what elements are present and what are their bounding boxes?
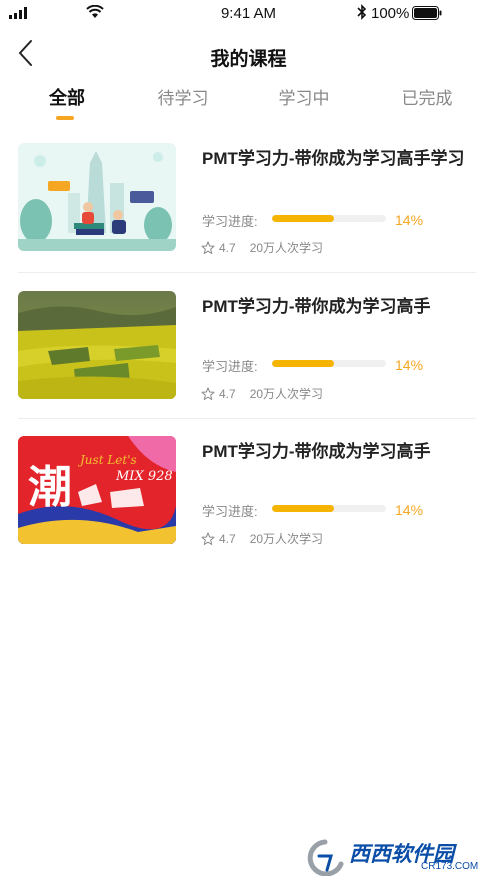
progress-bar-fill (272, 360, 334, 367)
learner-count: 20万人次学习 (249, 532, 324, 546)
app-screen: 9:41 AM 100% 我的课程 全部 待学习 学习中 已完成 PMT学习力-… (0, 0, 497, 883)
rapeseed-field-image (18, 291, 176, 399)
rating-value: 4.7 (219, 386, 236, 401)
progress-label: 学习进度: (202, 214, 258, 229)
course-meta: 4.7 20万人次学习 (201, 530, 323, 547)
progress-bar (272, 360, 386, 367)
progress-label: 学习进度: (202, 504, 258, 519)
page-title: 我的课程 (210, 49, 287, 70)
divider (18, 272, 476, 273)
learner-count: 20万人次学习 (249, 387, 324, 401)
progress-percent: 14% (395, 502, 424, 518)
course-thumbnail: 潮 Just Let's MIX 928 (18, 436, 176, 544)
progress-label: 学习进度: (202, 359, 258, 374)
progress-bar (272, 505, 386, 512)
progress-percent: 14% (395, 357, 424, 373)
rating-value: 4.7 (219, 531, 236, 546)
learner-count: 20万人次学习 (249, 241, 324, 255)
course-item[interactable]: 潮 Just Let's MIX 928 PMT学习力-带你成为学习高手 学习进… (18, 436, 476, 564)
progress-percent: 14% (395, 212, 424, 228)
watermark: 西西软件园 CR173.COM (297, 836, 479, 876)
course-title: PMT学习力-带你成为学习高手学习 (202, 149, 465, 168)
tab-all[interactable]: 全部 (44, 84, 90, 110)
rating-value: 4.7 (219, 240, 236, 255)
watermark-site: CR173.COM (421, 861, 479, 872)
course-item[interactable]: PMT学习力-带你成为学习高手 学习进度: 14% 4.7 20万人次学习 (18, 291, 476, 419)
course-title: PMT学习力-带你成为学习高手 (202, 442, 431, 461)
course-meta: 4.7 20万人次学习 (201, 385, 323, 402)
star-icon (201, 241, 215, 254)
progress-bar-fill (272, 505, 334, 512)
star-icon (201, 387, 215, 400)
watermark-logo-icon (307, 839, 344, 876)
progress-bar-fill (272, 215, 334, 222)
battery-percent: 100% (371, 5, 410, 22)
nav-bar: 我的课程 (0, 30, 497, 78)
course-thumbnail (18, 291, 176, 399)
tab-bar: 全部 待学习 学习中 已完成 (0, 84, 497, 128)
course-title: PMT学习力-带你成为学习高手 (202, 297, 431, 316)
star-icon (201, 532, 215, 545)
poster-mix-text: MIX 928 (115, 469, 173, 484)
tab-to-learn[interactable]: 待学习 (150, 84, 216, 109)
bluetooth-icon (357, 4, 367, 20)
active-tab-indicator (56, 116, 74, 120)
poster-sub-text: Just Let's (77, 453, 137, 467)
progress-bar (272, 215, 386, 222)
poster-main-text: 潮 (28, 462, 72, 513)
tab-completed[interactable]: 已完成 (394, 84, 460, 109)
course-meta: 4.7 20万人次学习 (201, 239, 323, 256)
battery-icon (412, 6, 442, 20)
course-item[interactable]: PMT学习力-带你成为学习高手学习 学习进度: 14% 4.7 20万人次学习 (18, 143, 476, 271)
divider (18, 418, 476, 419)
course-thumbnail (18, 143, 176, 251)
tab-learning[interactable]: 学习中 (271, 84, 337, 109)
status-bar: 9:41 AM 100% (0, 0, 497, 28)
study-illustration-image (18, 143, 176, 251)
event-poster-image: 潮 Just Let's MIX 928 (18, 436, 176, 544)
